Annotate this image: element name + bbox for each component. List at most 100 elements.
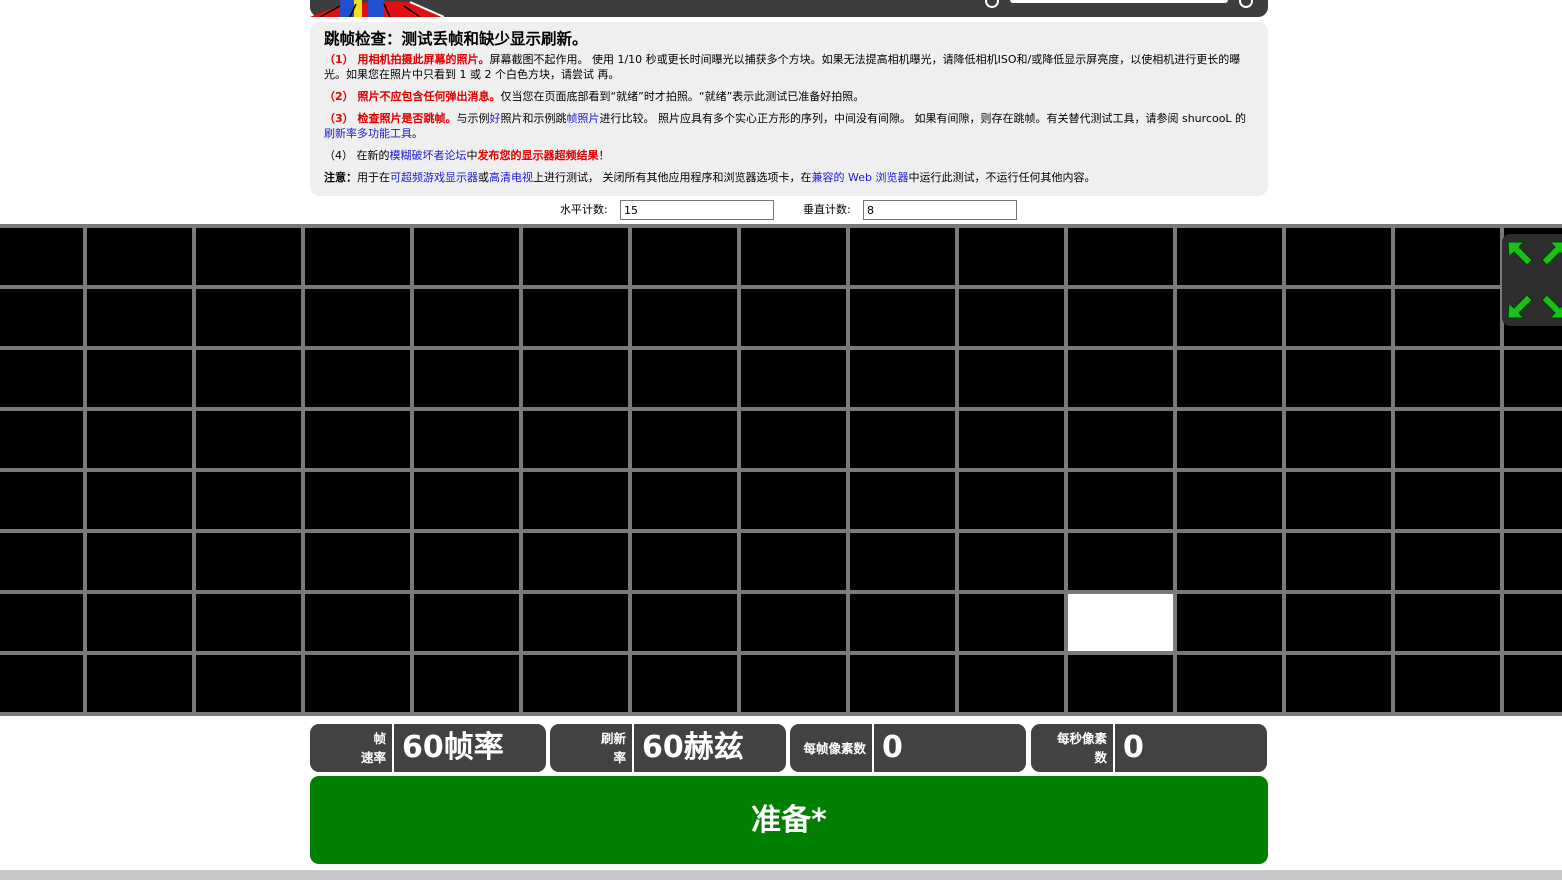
- grid-cell: [1504, 533, 1562, 590]
- grid-cell: [1504, 350, 1562, 407]
- grid-cell: [1395, 411, 1500, 468]
- grid-cell: [632, 472, 737, 529]
- grid-cell: [196, 594, 301, 651]
- grid-cell: [87, 472, 192, 529]
- grid-cell: [632, 594, 737, 651]
- grid-cell: [1177, 228, 1282, 285]
- grid-cell: [1177, 411, 1282, 468]
- grid-cell: [1177, 472, 1282, 529]
- grid-cell: [523, 533, 628, 590]
- compatible-browser-link[interactable]: 兼容的 Web 浏览器: [812, 171, 909, 184]
- grid-cell: [87, 533, 192, 590]
- grid-cell: [196, 533, 301, 590]
- refresh-rate-value: 60赫兹: [642, 730, 744, 765]
- grid-cell: [1286, 228, 1391, 285]
- grid-cell: [959, 533, 1064, 590]
- grid-cell: [632, 655, 737, 712]
- grid-cell: [0, 289, 83, 346]
- grid-cell: [741, 411, 846, 468]
- grid-cell: [305, 350, 410, 407]
- grid-cell: [1286, 655, 1391, 712]
- frame-rate-value: 60帧率: [402, 730, 504, 765]
- grid-cell: [0, 655, 83, 712]
- grid-cell: [741, 655, 846, 712]
- grid-cell: [959, 350, 1064, 407]
- gaming-monitor-link[interactable]: 可超频游戏显示器: [390, 171, 478, 184]
- hdtv-link[interactable]: 高清电视: [489, 171, 533, 184]
- grid-cell: [1504, 594, 1562, 651]
- grid-cell: [1395, 289, 1500, 346]
- horizontal-count-label: 水平计数:: [560, 203, 608, 216]
- grid-cell: [1504, 472, 1562, 529]
- refresh-rate-label: 刷新率: [550, 724, 634, 772]
- pixels-per-second-value: 0: [1123, 730, 1144, 765]
- pixels-per-frame-label: 每帧像素数: [790, 724, 874, 772]
- grid-cell: [741, 228, 846, 285]
- grid-cell: [414, 472, 519, 529]
- grid-cell: [1286, 472, 1391, 529]
- grid-cell: [1395, 655, 1500, 712]
- grid-cell: [0, 350, 83, 407]
- grid-cell: [305, 289, 410, 346]
- grid-cell: [414, 350, 519, 407]
- instructions-panel: 跳帧检查：测试丢帧和缺少显示刷新。 （1） 用相机拍摄此屏幕的照片。屏幕截图不起…: [310, 22, 1268, 196]
- post-results-link[interactable]: 发布您的显示器超频结果: [478, 149, 599, 162]
- vertical-count-input[interactable]: [863, 200, 1017, 220]
- grid-cell: [1286, 350, 1391, 407]
- skipped-frame-photo-link[interactable]: 帧照片: [566, 112, 599, 125]
- grid-cell: [305, 228, 410, 285]
- grid-cell: [87, 594, 192, 651]
- grid-cell: [1286, 289, 1391, 346]
- grid-cell: [1068, 533, 1173, 590]
- grid-cell: [850, 655, 955, 712]
- grid-cell: [414, 533, 519, 590]
- grid-cell: [1177, 350, 1282, 407]
- grid-cell: [196, 289, 301, 346]
- grid-cell: [414, 228, 519, 285]
- good-photo-link[interactable]: 好: [489, 112, 500, 125]
- grid-cell: [741, 594, 846, 651]
- pixels-per-frame-box: 每帧像素数 0: [790, 724, 1026, 772]
- grid-cell: [87, 350, 192, 407]
- grid-cell: [1068, 350, 1173, 407]
- grid-cell: [632, 289, 737, 346]
- fullscreen-toggle[interactable]: [1502, 234, 1562, 326]
- step-2: （2） 照片不应包含任何弹出消息。仅当您在页面底部看到“就绪”时才拍照。“就绪”…: [324, 90, 865, 103]
- horizontal-count-input[interactable]: [620, 200, 774, 220]
- forum-link[interactable]: 模糊破坏者论坛: [390, 149, 467, 162]
- grid-cell: [87, 228, 192, 285]
- refresh-rate-tool-link[interactable]: 刷新率多功能工具: [324, 127, 412, 140]
- grid-cell: [1068, 411, 1173, 468]
- site-logo[interactable]: [310, 0, 444, 17]
- grid-cell: [959, 594, 1064, 651]
- grid-cell: [87, 655, 192, 712]
- grid-cell: [414, 411, 519, 468]
- pixels-per-second-box: 每秒像素数 0: [1031, 724, 1267, 772]
- grid-cell: [1286, 533, 1391, 590]
- grid-cell: [959, 289, 1064, 346]
- grid-cell: [0, 228, 83, 285]
- grid-cell: [632, 350, 737, 407]
- grid-cell: [632, 228, 737, 285]
- grid-cell: [741, 533, 846, 590]
- grid-cell: [196, 350, 301, 407]
- grid-cell: [850, 594, 955, 651]
- grid-cell: [959, 655, 1064, 712]
- grid-cell: [850, 289, 955, 346]
- grid-cell: [741, 350, 846, 407]
- grid-cell: [1177, 594, 1282, 651]
- grid-cell: [1504, 411, 1562, 468]
- grid-cell: [523, 228, 628, 285]
- note: 注意：用于在可超频游戏显示器或高清电视上进行测试， 关闭所有其他应用程序和浏览器…: [324, 171, 1096, 184]
- search-input[interactable]: [1010, 0, 1228, 3]
- fullscreen-icon: [1507, 241, 1562, 319]
- grid-cell: [632, 411, 737, 468]
- grid-cell: [959, 411, 1064, 468]
- grid-cell: [1395, 533, 1500, 590]
- grid-cell: [87, 289, 192, 346]
- grid-cell: [741, 289, 846, 346]
- count-controls: 水平计数: 垂直计数:: [0, 200, 1562, 220]
- pixels-per-second-label: 每秒像素数: [1031, 724, 1115, 772]
- grid-cell: [0, 472, 83, 529]
- grid-cell: [414, 594, 519, 651]
